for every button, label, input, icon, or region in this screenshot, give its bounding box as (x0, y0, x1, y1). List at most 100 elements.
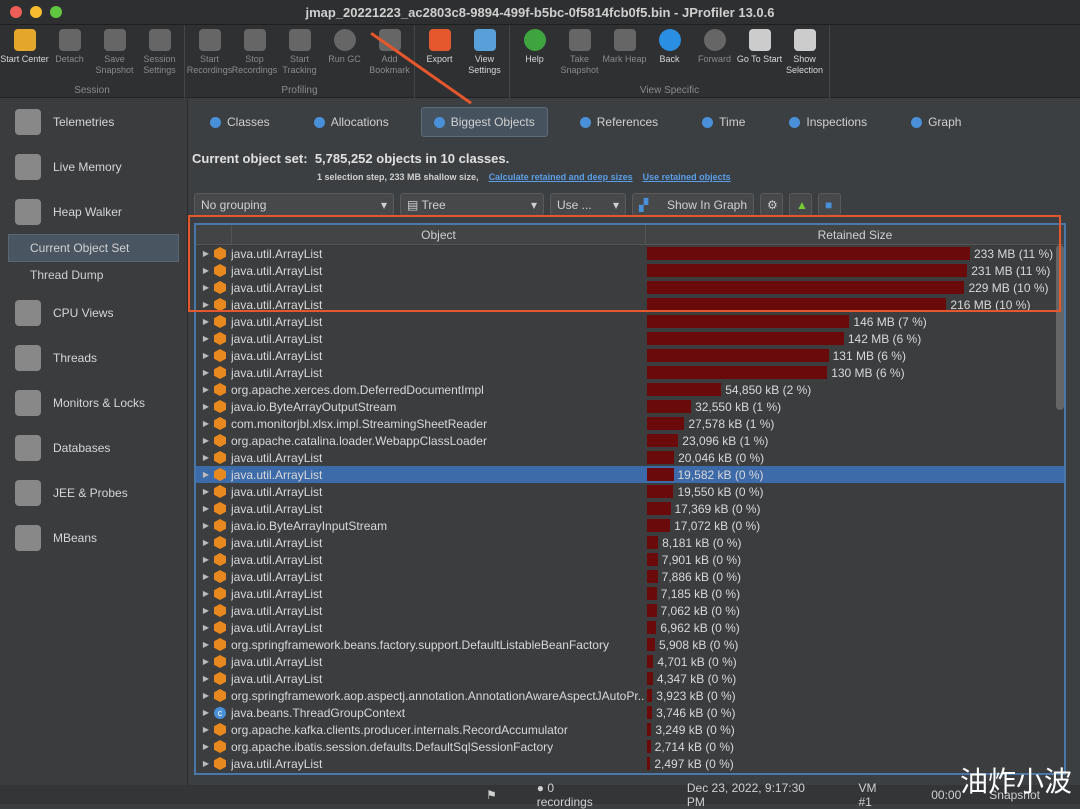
expand-icon[interactable]: ▶ (198, 300, 214, 309)
expand-icon[interactable]: ▶ (198, 385, 214, 394)
expand-icon[interactable]: ▶ (198, 759, 214, 768)
expand-icon[interactable]: ▶ (198, 708, 214, 717)
sidebar-subitem[interactable]: Thread Dump (0, 262, 187, 290)
table-row[interactable]: ▶ java.util.ArrayList 142 MB (6 %) (196, 330, 1064, 347)
expand-icon[interactable]: ▶ (198, 725, 214, 734)
table-row[interactable]: ▶ java.util.ArrayList 4,701 kB (0 %) (196, 653, 1064, 670)
expand-icon[interactable]: ▶ (198, 249, 214, 258)
table-row[interactable]: ▶ c java.beans.ThreadGroupContext 3,746 kB … (196, 704, 1064, 721)
close-button[interactable] (10, 6, 22, 18)
expand-icon[interactable]: ▶ (198, 572, 214, 581)
expand-icon[interactable]: ▶ (198, 351, 214, 360)
sidebar-item-mbeans[interactable]: MBeans (0, 515, 187, 560)
tab-time[interactable]: Time (690, 107, 757, 137)
expand-icon[interactable]: ▶ (198, 691, 214, 700)
gear-button[interactable]: ⚙ (760, 193, 783, 216)
expand-icon[interactable]: ▶ (198, 623, 214, 632)
table-row[interactable]: ▶ java.util.ArrayList 19,550 kB (0 %) (196, 483, 1064, 500)
table-row[interactable]: ▶ java.util.ArrayList 7,062 kB (0 %) (196, 602, 1064, 619)
expand-icon[interactable]: ▶ (198, 589, 214, 598)
expand-icon[interactable]: ▶ (198, 470, 214, 479)
button-label: View Settings (468, 54, 501, 75)
table-row[interactable]: ▶ org.apache.catalina.loader.WebappClassL… (196, 432, 1064, 449)
view-settings-button[interactable]: View Settings (462, 25, 507, 98)
table-row[interactable]: ▶ java.util.ArrayList 130 MB (6 %) (196, 364, 1064, 381)
expand-icon[interactable]: ▶ (198, 538, 214, 547)
expand-icon[interactable]: ▶ (198, 742, 214, 751)
sidebar-item-databases[interactable]: Databases (0, 425, 187, 470)
info-button[interactable]: ■ (818, 193, 841, 216)
table-row[interactable]: ▶ java.util.ArrayList 131 MB (6 %) (196, 347, 1064, 364)
table-row[interactable]: ▶ java.util.ArrayList 216 MB (10 %) (196, 296, 1064, 313)
expand-icon[interactable]: ▶ (198, 453, 214, 462)
table-row[interactable]: ▶ java.io.ByteArrayInputStream 17,072 kB (… (196, 517, 1064, 534)
sidebar-item-threads[interactable]: Threads (0, 335, 187, 380)
tab-graph[interactable]: Graph (899, 107, 973, 137)
zoom-button[interactable] (50, 6, 62, 18)
sidebar-item-live-memory[interactable]: Live Memory (0, 144, 187, 189)
expand-icon[interactable]: ▶ (198, 521, 214, 530)
table-row[interactable]: ▶ java.util.ArrayList 146 MB (7 %) (196, 313, 1064, 330)
sidebar-item-heap-walker[interactable]: Heap Walker (0, 189, 187, 234)
gc-root-button[interactable]: ▲ (789, 193, 812, 216)
use-retained-objects-link[interactable]: Use retained objects (643, 172, 731, 182)
table-row[interactable]: ▶ java.util.ArrayList 19,582 kB (0 %) (196, 466, 1064, 483)
table-row[interactable]: ▶ java.util.ArrayList 8,181 kB (0 %) (196, 534, 1064, 551)
expand-icon[interactable]: ▶ (198, 606, 214, 615)
show-in-graph-button[interactable]: ▞ Show In Graph (632, 193, 754, 216)
table-row[interactable]: ▶ org.apache.kafka.clients.producer.inter… (196, 721, 1064, 738)
table-row[interactable]: ▶ java.util.ArrayList 4,347 kB (0 %) (196, 670, 1064, 687)
table-row[interactable]: ▶ java.util.ArrayList 20,046 kB (0 %) (196, 449, 1064, 466)
expand-icon[interactable]: ▶ (198, 504, 214, 513)
export-button[interactable]: Export (417, 25, 462, 98)
grouping-select[interactable]: No grouping ▾ (194, 193, 394, 216)
scrollbar[interactable] (1056, 245, 1064, 410)
expand-icon[interactable]: ▶ (198, 487, 214, 496)
instance-icon (214, 672, 226, 685)
chevron-down-icon: ▾ (380, 197, 387, 212)
table-row[interactable]: ▶ java.util.ArrayList 231 MB (11 %) (196, 262, 1064, 279)
view-mode-select[interactable]: ▤ Tree ▾ (400, 193, 544, 216)
table-row[interactable]: ▶ java.util.ArrayList 229 MB (10 %) (196, 279, 1064, 296)
table-row[interactable]: ▶ java.util.ArrayList 7,185 kB (0 %) (196, 585, 1064, 602)
expand-icon[interactable]: ▶ (198, 419, 214, 428)
table-row[interactable]: ▶ com.monitorjbl.xlsx.impl.StreamingSheet… (196, 415, 1064, 432)
expand-icon[interactable]: ▶ (198, 674, 214, 683)
expand-icon[interactable]: ▶ (198, 283, 214, 292)
tab-allocations[interactable]: Allocations (302, 107, 401, 137)
tab-references[interactable]: References (568, 107, 670, 137)
expand-icon[interactable]: ▶ (198, 334, 214, 343)
expand-icon[interactable]: ▶ (198, 266, 214, 275)
expand-icon[interactable]: ▶ (198, 555, 214, 564)
expand-icon[interactable]: ▶ (198, 368, 214, 377)
expand-icon[interactable]: ▶ (198, 640, 214, 649)
expand-icon[interactable]: ▶ (198, 657, 214, 666)
table-row[interactable]: ▶ org.springframework.beans.factory.suppo… (196, 636, 1064, 653)
table-row[interactable]: ▶ java.util.ArrayList 7,901 kB (0 %) (196, 551, 1064, 568)
use-button[interactable]: Use ... ▾ (550, 193, 626, 216)
expand-icon[interactable]: ▶ (198, 436, 214, 445)
sidebar-item-jee-probes[interactable]: JEE & Probes (0, 470, 187, 515)
sidebar-item-telemetries[interactable]: Telemetries (0, 99, 187, 144)
column-object[interactable]: Object (232, 225, 646, 244)
table-row[interactable]: ▶ java.util.ArrayList 6,962 kB (0 %) (196, 619, 1064, 636)
column-retained-size[interactable]: Retained Size (646, 225, 1064, 244)
sidebar-subitem[interactable]: Current Object Set (8, 234, 179, 262)
expand-icon[interactable]: ▶ (198, 317, 214, 326)
sidebar-item-cpu-views[interactable]: CPU Views (0, 290, 187, 335)
table-row[interactable]: ▶ java.io.ByteArrayOutputStream 32,550 kB … (196, 398, 1064, 415)
calculate-retained-link[interactable]: Calculate retained and deep sizes (489, 172, 633, 182)
sidebar-item-monitors-locks[interactable]: Monitors & Locks (0, 380, 187, 425)
table-row[interactable]: ▶ org.springframework.aop.aspectj.annotat… (196, 687, 1064, 704)
table-row[interactable]: ▶ org.apache.xerces.dom.DeferredDocumentI… (196, 381, 1064, 398)
tab-biggest-objects[interactable]: Biggest Objects (420, 107, 548, 137)
tab-inspections[interactable]: Inspections (777, 107, 879, 137)
expand-icon[interactable]: ▶ (198, 402, 214, 411)
minimize-button[interactable] (30, 6, 42, 18)
table-row[interactable]: ▶ java.util.ArrayList 7,886 kB (0 %) (196, 568, 1064, 585)
tab-classes[interactable]: Classes (198, 107, 282, 137)
table-row[interactable]: ▶ java.util.ArrayList 233 MB (11 %) (196, 245, 1064, 262)
table-row[interactable]: ▶ org.apache.ibatis.session.defaults.Defa… (196, 738, 1064, 755)
table-row[interactable]: ▶ java.util.ArrayList 17,369 kB (0 %) (196, 500, 1064, 517)
table-row[interactable]: ▶ java.util.ArrayList 2,497 kB (0 %) (196, 755, 1064, 772)
